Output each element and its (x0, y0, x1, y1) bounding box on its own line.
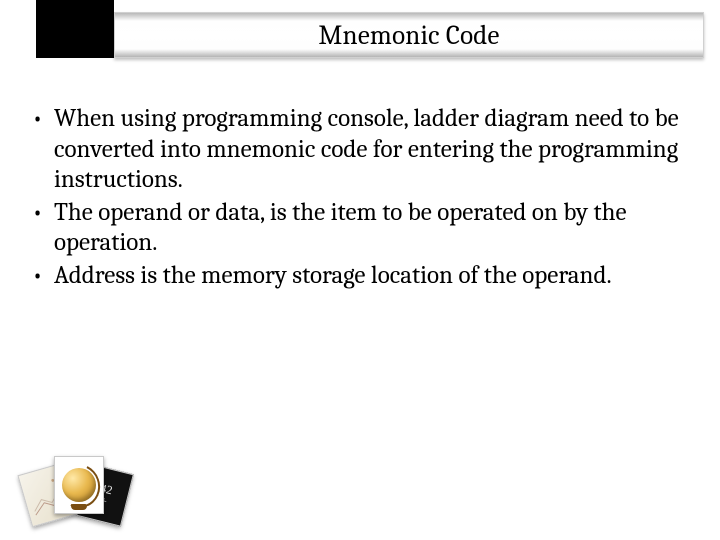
footer-decoration: 42 + (24, 452, 128, 526)
list-item: The operand or data, is the item to be o… (28, 198, 692, 259)
title-accent-block (36, 0, 114, 58)
globe-card-icon (54, 456, 104, 514)
globe-stand (71, 504, 87, 510)
title-bar: Mnemonic Code (36, 12, 704, 58)
list-item: When using programming console, ladder d… (28, 104, 692, 196)
bullet-list: When using programming console, ladder d… (28, 104, 692, 291)
list-item: Address is the memory storage location o… (28, 261, 692, 292)
title-strip: Mnemonic Code (114, 12, 704, 58)
globe-icon (62, 468, 96, 502)
content-area: When using programming console, ladder d… (28, 104, 692, 293)
page-title: Mnemonic Code (318, 20, 499, 51)
